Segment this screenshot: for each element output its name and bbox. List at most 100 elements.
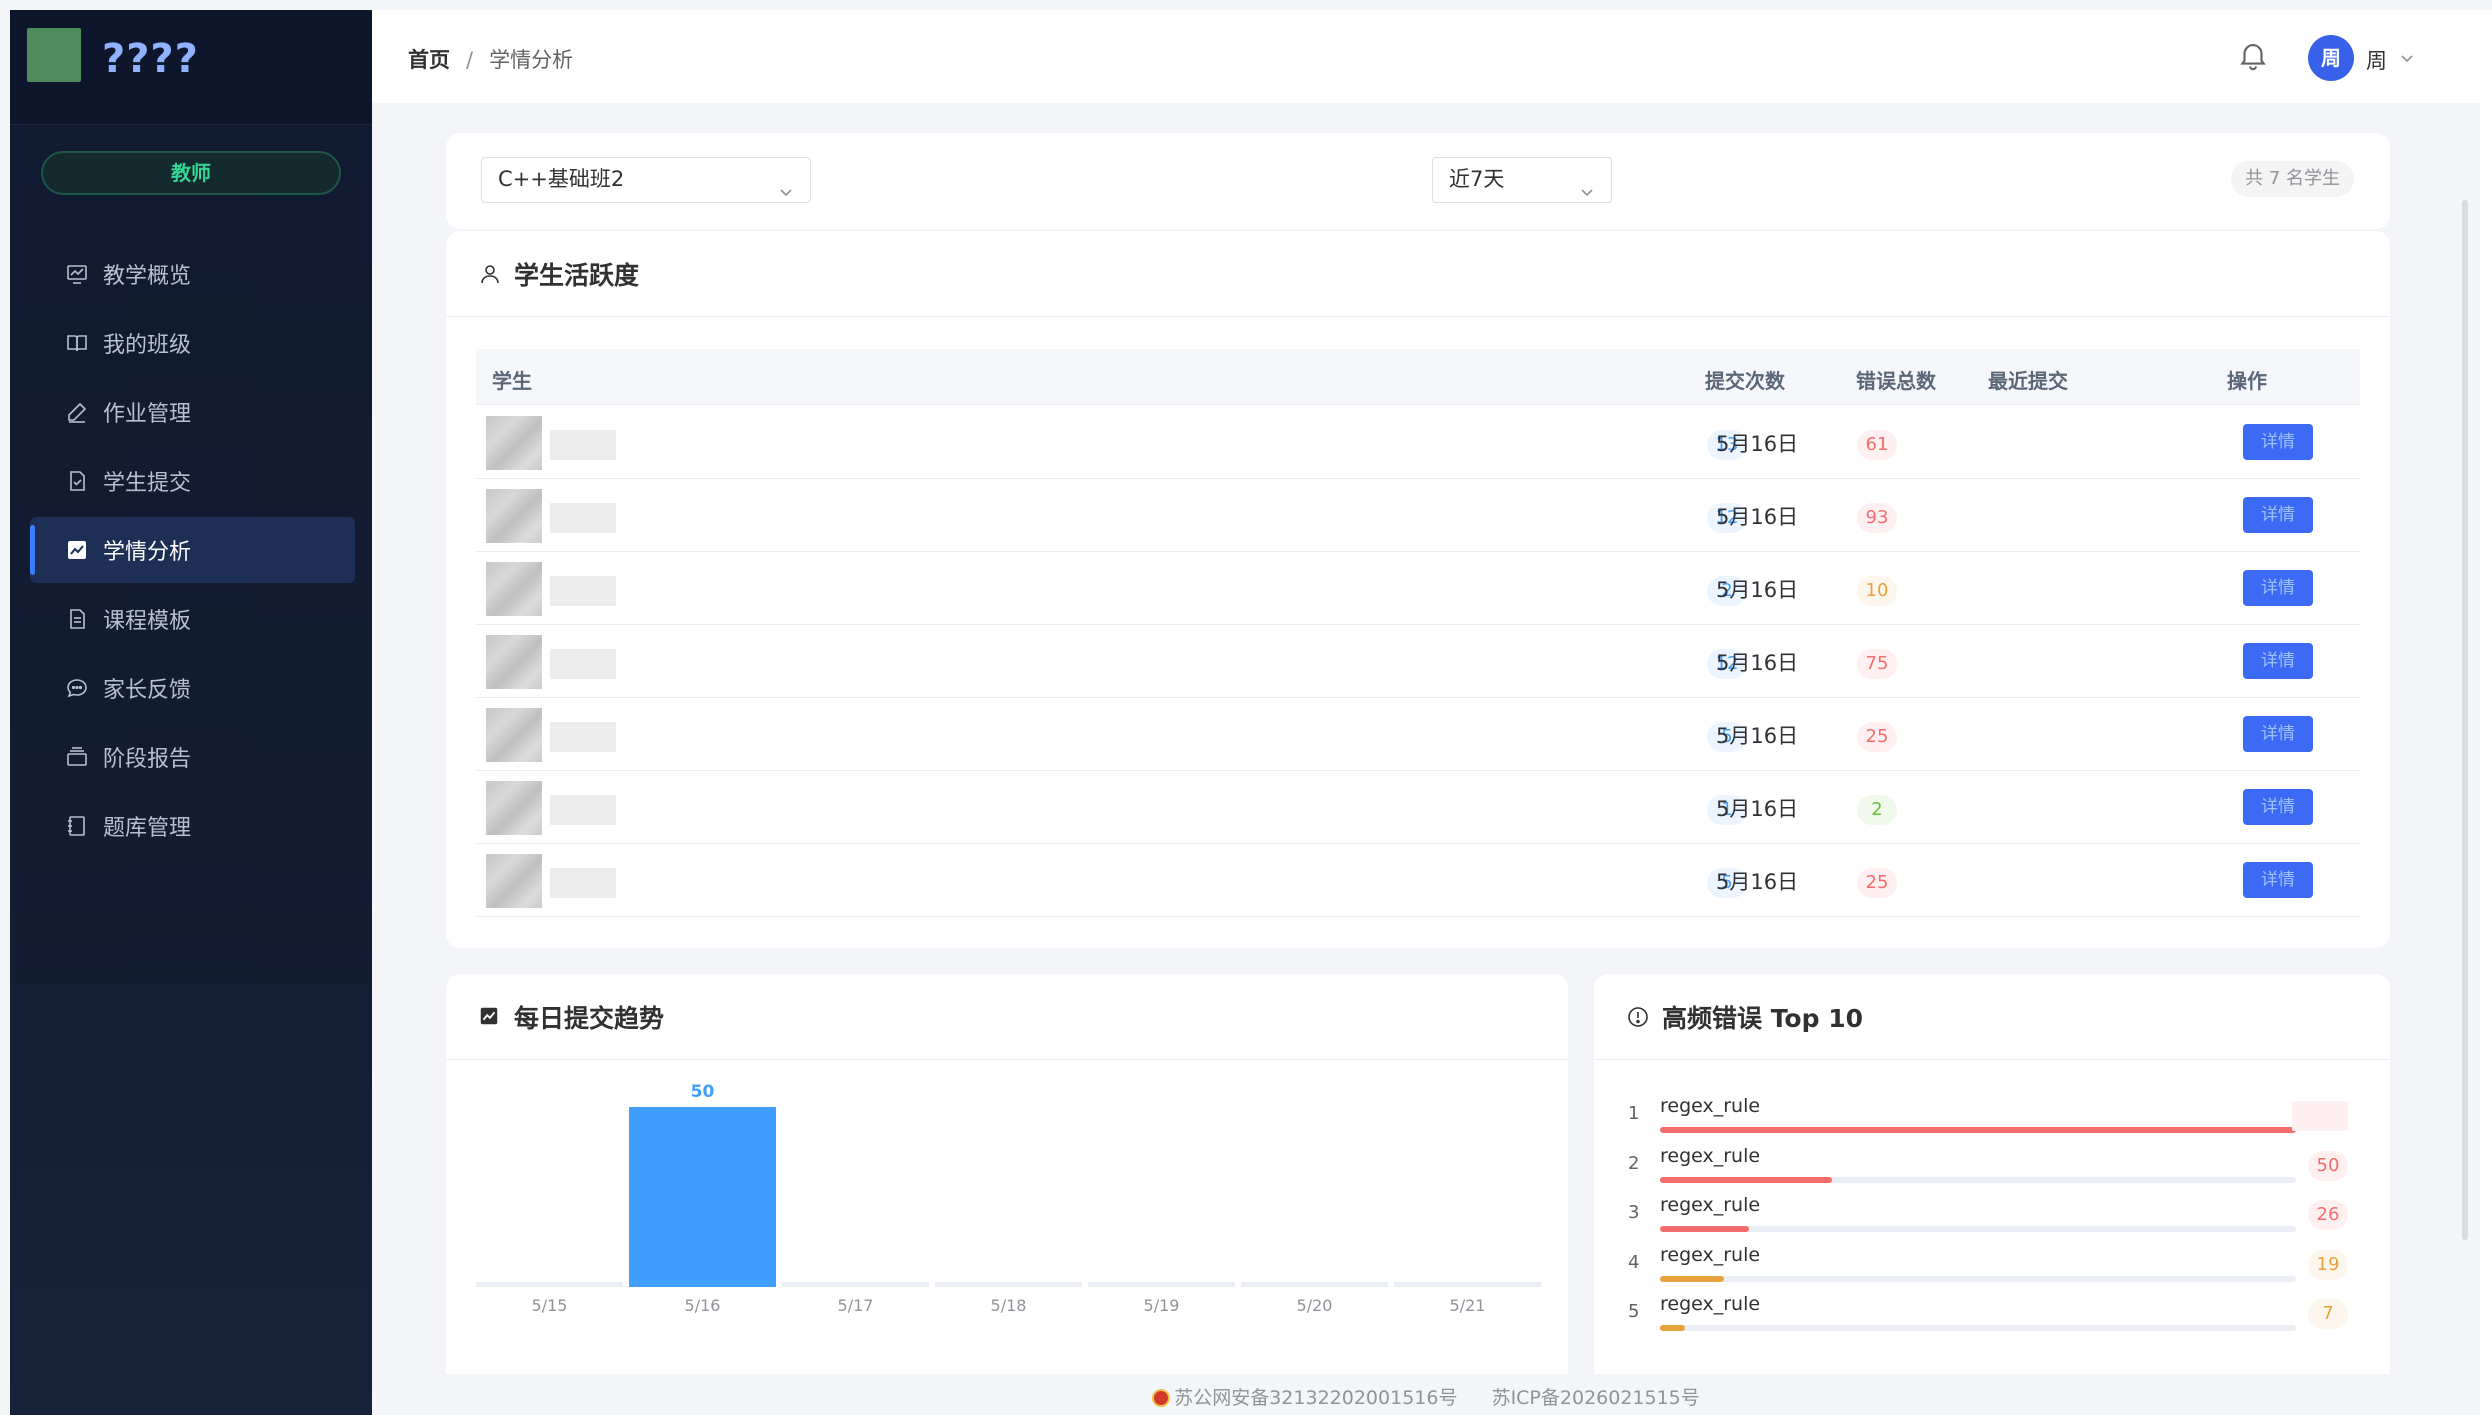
table-row: 2 10 5月16日 详情 <box>476 552 2360 625</box>
error-list-item: 1 regex_rule <box>1624 1089 2348 1139</box>
sidebar-item-stage-report[interactable]: 阶段报告 <box>10 724 372 790</box>
sidebar-item-label: 我的班级 <box>103 333 192 358</box>
error-rank: 1 <box>1628 1103 1640 1124</box>
error-bar-fill <box>1660 1127 2296 1133</box>
chat-bubble-icon <box>65 676 89 700</box>
error-bar-fill <box>1660 1275 1724 1282</box>
error-count-badge: 26 <box>2308 1200 2348 1230</box>
user-name[interactable]: 周 <box>2366 45 2387 75</box>
error-bar-track <box>1660 1176 2296 1183</box>
error-count: 25 <box>1857 868 1897 898</box>
detail-button[interactable]: 详情 <box>2243 643 2313 679</box>
x-tick-label: 5/18 <box>991 1296 1027 1315</box>
bar-track <box>476 1282 623 1287</box>
sidebar-item-homework[interactable]: 作业管理 <box>10 379 372 445</box>
sidebar-item-parent-feedback[interactable]: 家长反馈 <box>10 655 372 721</box>
chart-bar[interactable] <box>629 1107 776 1287</box>
student-name-redacted <box>550 722 616 752</box>
range-select-value: 近7天 <box>1449 167 1505 191</box>
x-tick-label: 5/15 <box>532 1296 568 1315</box>
x-tick-label: 5/19 <box>1144 1296 1180 1315</box>
detail-button[interactable]: 详情 <box>2243 570 2313 606</box>
col-errors: 错误总数 <box>1856 369 1936 393</box>
x-tick-label: 5/21 <box>1450 1296 1486 1315</box>
detail-button[interactable]: 详情 <box>2243 862 2313 898</box>
breadcrumb-home[interactable]: 首页 <box>408 48 450 72</box>
sidebar-nav: 教学概览 我的班级 作业管理 学生提交 学情分析 课程模板 家长反馈 阶段报告 <box>10 241 372 862</box>
bell-icon[interactable] <box>2236 38 2270 72</box>
breadcrumb: 首页 / 学情分析 <box>408 44 573 74</box>
icp-record-link[interactable]: 苏ICP备2026021515号 <box>1492 1387 1700 1409</box>
error-list-item: 3 regex_rule 26 <box>1624 1188 2348 1238</box>
role-badge: 教师 <box>41 151 341 195</box>
range-select[interactable]: 近7天 <box>1432 157 1612 203</box>
error-count: 10 <box>1857 576 1897 606</box>
bar-track <box>1088 1282 1235 1287</box>
book-icon <box>65 331 89 355</box>
sidebar-item-label: 教学概览 <box>103 264 192 289</box>
student-activity-card: 学生活跃度 学生 提交次数 错误总数 最近提交 操作 13 61 5月16日 详情 12… <box>446 231 2390 948</box>
stack-icon <box>65 745 89 769</box>
last-submit-date: 5月16日 <box>1716 432 1799 456</box>
class-select[interactable]: C++基础班2 <box>481 157 811 203</box>
sidebar-item-analysis[interactable]: 学情分析 <box>30 517 355 583</box>
avatar <box>486 635 542 689</box>
alert-circle-icon <box>1626 1005 1650 1029</box>
police-record-link[interactable]: 苏公网安备32132202001516号 <box>1174 1387 1457 1409</box>
daily-trend-card: 每日提交趋势 5/15 50 5/16 5/17 5/18 5/19 5/20 5/21 <box>446 974 1568 1374</box>
col-last-submit: 最近提交 <box>1988 369 2068 393</box>
bar-data-label: 50 <box>691 1082 715 1102</box>
avatar <box>486 562 542 616</box>
error-list-item: 5 regex_rule 7 <box>1624 1287 2348 1337</box>
sidebar-item-label: 作业管理 <box>103 402 192 427</box>
error-bar-track <box>1660 1226 2296 1232</box>
table-row: 12 75 5月16日 详情 <box>476 625 2360 698</box>
chevron-down-icon <box>1579 172 1595 197</box>
bar-track <box>1394 1282 1541 1287</box>
scrollbar-thumb[interactable] <box>2462 200 2468 1240</box>
sidebar-item-label: 课程模板 <box>103 609 192 634</box>
logo-area[interactable]: ???? <box>10 10 372 125</box>
detail-button[interactable]: 详情 <box>2243 789 2313 825</box>
card-title: 高频错误 Top 10 <box>1662 1003 1864 1033</box>
table-row: 13 61 5月16日 详情 <box>476 406 2360 479</box>
error-count: 93 <box>1857 503 1897 533</box>
bar-track <box>1241 1282 1388 1287</box>
chevron-down-icon[interactable] <box>2399 50 2415 66</box>
sidebar-item-templates[interactable]: 课程模板 <box>10 586 372 652</box>
sidebar-item-overview[interactable]: 教学概览 <box>10 241 372 307</box>
sidebar-item-label: 题库管理 <box>103 816 192 841</box>
avatar <box>486 708 542 762</box>
error-bar-fill <box>1660 1325 1686 1331</box>
footer: 苏公网安备32132202001516号 苏ICP备2026021515号 <box>372 1374 2480 1415</box>
bar-track <box>782 1282 929 1287</box>
error-label: regex_rule <box>1660 1095 1761 1117</box>
document-check-icon <box>65 469 89 493</box>
student-name-redacted <box>550 576 616 606</box>
card-header: 高频错误 Top 10 <box>1594 974 2390 1060</box>
sidebar: ???? 教师 教学概览 我的班级 作业管理 学生提交 学情分析 课程模板 家长… <box>10 10 372 1415</box>
student-name-redacted <box>550 430 616 460</box>
user-icon <box>478 262 502 286</box>
table-row: 5 25 5月16日 详情 <box>476 844 2360 917</box>
avatar[interactable]: 周 <box>2308 35 2354 81</box>
table-row: 12 93 5月16日 详情 <box>476 479 2360 552</box>
error-bar-track <box>1660 1325 2296 1331</box>
error-label: regex_rule <box>1660 1293 1761 1315</box>
sidebar-item-my-class[interactable]: 我的班级 <box>10 310 372 376</box>
error-count: 25 <box>1857 722 1897 752</box>
x-tick-label: 5/16 <box>685 1296 721 1315</box>
sidebar-item-submissions[interactable]: 学生提交 <box>10 448 372 514</box>
detail-button[interactable]: 详情 <box>2243 424 2313 460</box>
student-count-badge: 共 7 名学生 <box>2231 161 2354 197</box>
avatar <box>486 781 542 835</box>
detail-button[interactable]: 详情 <box>2243 716 2313 752</box>
error-count-badge: 50 <box>2308 1150 2348 1181</box>
trend-chart-icon <box>478 1005 502 1029</box>
detail-button[interactable]: 详情 <box>2243 497 2313 533</box>
sidebar-item-question-bank[interactable]: 题库管理 <box>10 793 372 859</box>
last-submit-date: 5月16日 <box>1716 797 1799 821</box>
sidebar-item-label: 阶段报告 <box>103 747 192 772</box>
bar-track <box>935 1282 1082 1287</box>
last-submit-date: 5月16日 <box>1716 724 1799 748</box>
